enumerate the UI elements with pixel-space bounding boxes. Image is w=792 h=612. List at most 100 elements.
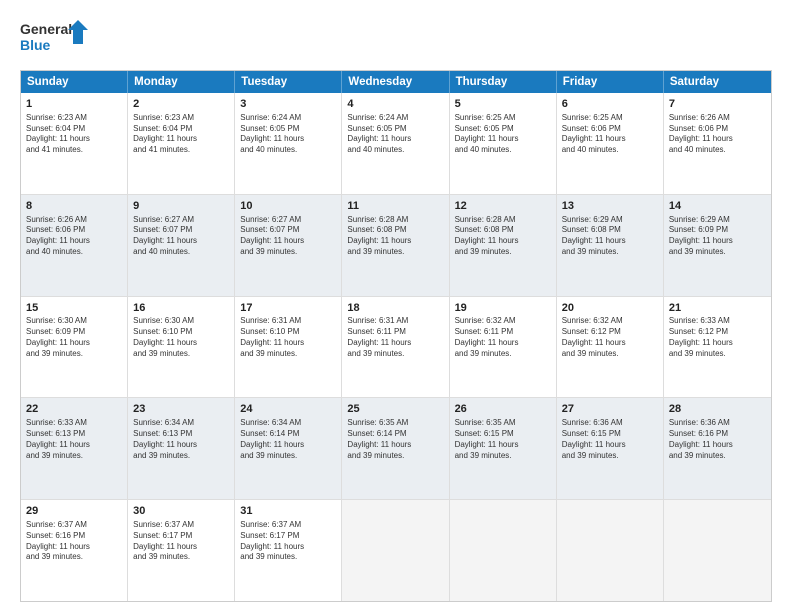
day-number: 21	[669, 301, 766, 316]
table-row: 24Sunrise: 6:34 AMSunset: 6:14 PMDayligh…	[235, 398, 342, 499]
table-row: 16Sunrise: 6:30 AMSunset: 6:10 PMDayligh…	[128, 297, 235, 398]
table-row: 28Sunrise: 6:36 AMSunset: 6:16 PMDayligh…	[664, 398, 771, 499]
day-number: 6	[562, 97, 658, 112]
cell-text: Sunrise: 6:27 AMSunset: 6:07 PMDaylight:…	[240, 215, 336, 258]
cell-text: Sunrise: 6:36 AMSunset: 6:15 PMDaylight:…	[562, 418, 658, 461]
day-number: 16	[133, 301, 229, 316]
page-header: General Blue	[20, 18, 772, 60]
header-cell-wednesday: Wednesday	[342, 71, 449, 93]
cell-text: Sunrise: 6:32 AMSunset: 6:11 PMDaylight:…	[455, 316, 551, 359]
svg-text:Blue: Blue	[20, 37, 51, 53]
table-row: 21Sunrise: 6:33 AMSunset: 6:12 PMDayligh…	[664, 297, 771, 398]
day-number: 27	[562, 402, 658, 417]
day-number: 7	[669, 97, 766, 112]
calendar-row-1: 1Sunrise: 6:23 AMSunset: 6:04 PMDaylight…	[21, 93, 771, 195]
cell-text: Sunrise: 6:24 AMSunset: 6:05 PMDaylight:…	[347, 113, 443, 156]
day-number: 26	[455, 402, 551, 417]
table-row: 22Sunrise: 6:33 AMSunset: 6:13 PMDayligh…	[21, 398, 128, 499]
cell-text: Sunrise: 6:23 AMSunset: 6:04 PMDaylight:…	[26, 113, 122, 156]
cell-text: Sunrise: 6:33 AMSunset: 6:12 PMDaylight:…	[669, 316, 766, 359]
logo-svg: General Blue	[20, 18, 90, 60]
cell-text: Sunrise: 6:30 AMSunset: 6:10 PMDaylight:…	[133, 316, 229, 359]
table-row: 7Sunrise: 6:26 AMSunset: 6:06 PMDaylight…	[664, 93, 771, 194]
day-number: 30	[133, 504, 229, 519]
header-cell-monday: Monday	[128, 71, 235, 93]
header-cell-saturday: Saturday	[664, 71, 771, 93]
day-number: 4	[347, 97, 443, 112]
day-number: 12	[455, 199, 551, 214]
table-row: 26Sunrise: 6:35 AMSunset: 6:15 PMDayligh…	[450, 398, 557, 499]
day-number: 1	[26, 97, 122, 112]
day-number: 23	[133, 402, 229, 417]
cell-text: Sunrise: 6:32 AMSunset: 6:12 PMDaylight:…	[562, 316, 658, 359]
day-number: 17	[240, 301, 336, 316]
table-row: 15Sunrise: 6:30 AMSunset: 6:09 PMDayligh…	[21, 297, 128, 398]
cell-text: Sunrise: 6:29 AMSunset: 6:09 PMDaylight:…	[669, 215, 766, 258]
table-row: 5Sunrise: 6:25 AMSunset: 6:05 PMDaylight…	[450, 93, 557, 194]
table-row	[450, 500, 557, 601]
header-cell-tuesday: Tuesday	[235, 71, 342, 93]
day-number: 31	[240, 504, 336, 519]
calendar-row-2: 8Sunrise: 6:26 AMSunset: 6:06 PMDaylight…	[21, 195, 771, 297]
table-row: 10Sunrise: 6:27 AMSunset: 6:07 PMDayligh…	[235, 195, 342, 296]
cell-text: Sunrise: 6:31 AMSunset: 6:10 PMDaylight:…	[240, 316, 336, 359]
cell-text: Sunrise: 6:27 AMSunset: 6:07 PMDaylight:…	[133, 215, 229, 258]
day-number: 5	[455, 97, 551, 112]
cell-text: Sunrise: 6:29 AMSunset: 6:08 PMDaylight:…	[562, 215, 658, 258]
logo: General Blue	[20, 18, 90, 60]
table-row	[557, 500, 664, 601]
cell-text: Sunrise: 6:35 AMSunset: 6:14 PMDaylight:…	[347, 418, 443, 461]
day-number: 9	[133, 199, 229, 214]
day-number: 10	[240, 199, 336, 214]
table-row: 3Sunrise: 6:24 AMSunset: 6:05 PMDaylight…	[235, 93, 342, 194]
day-number: 29	[26, 504, 122, 519]
day-number: 28	[669, 402, 766, 417]
svg-text:General: General	[20, 21, 72, 37]
calendar-row-3: 15Sunrise: 6:30 AMSunset: 6:09 PMDayligh…	[21, 297, 771, 399]
table-row: 1Sunrise: 6:23 AMSunset: 6:04 PMDaylight…	[21, 93, 128, 194]
table-row: 19Sunrise: 6:32 AMSunset: 6:11 PMDayligh…	[450, 297, 557, 398]
table-row: 12Sunrise: 6:28 AMSunset: 6:08 PMDayligh…	[450, 195, 557, 296]
cell-text: Sunrise: 6:34 AMSunset: 6:13 PMDaylight:…	[133, 418, 229, 461]
day-number: 19	[455, 301, 551, 316]
table-row: 14Sunrise: 6:29 AMSunset: 6:09 PMDayligh…	[664, 195, 771, 296]
day-number: 25	[347, 402, 443, 417]
table-row: 8Sunrise: 6:26 AMSunset: 6:06 PMDaylight…	[21, 195, 128, 296]
header-cell-sunday: Sunday	[21, 71, 128, 93]
cell-text: Sunrise: 6:37 AMSunset: 6:17 PMDaylight:…	[240, 520, 336, 563]
cell-text: Sunrise: 6:33 AMSunset: 6:13 PMDaylight:…	[26, 418, 122, 461]
cell-text: Sunrise: 6:25 AMSunset: 6:06 PMDaylight:…	[562, 113, 658, 156]
calendar-row-4: 22Sunrise: 6:33 AMSunset: 6:13 PMDayligh…	[21, 398, 771, 500]
table-row: 31Sunrise: 6:37 AMSunset: 6:17 PMDayligh…	[235, 500, 342, 601]
table-row: 2Sunrise: 6:23 AMSunset: 6:04 PMDaylight…	[128, 93, 235, 194]
table-row: 4Sunrise: 6:24 AMSunset: 6:05 PMDaylight…	[342, 93, 449, 194]
cell-text: Sunrise: 6:28 AMSunset: 6:08 PMDaylight:…	[455, 215, 551, 258]
calendar: SundayMondayTuesdayWednesdayThursdayFrid…	[20, 70, 772, 602]
day-number: 11	[347, 199, 443, 214]
cell-text: Sunrise: 6:24 AMSunset: 6:05 PMDaylight:…	[240, 113, 336, 156]
day-number: 15	[26, 301, 122, 316]
day-number: 2	[133, 97, 229, 112]
cell-text: Sunrise: 6:37 AMSunset: 6:16 PMDaylight:…	[26, 520, 122, 563]
cell-text: Sunrise: 6:31 AMSunset: 6:11 PMDaylight:…	[347, 316, 443, 359]
cell-text: Sunrise: 6:30 AMSunset: 6:09 PMDaylight:…	[26, 316, 122, 359]
day-number: 8	[26, 199, 122, 214]
day-number: 18	[347, 301, 443, 316]
day-number: 13	[562, 199, 658, 214]
table-row: 20Sunrise: 6:32 AMSunset: 6:12 PMDayligh…	[557, 297, 664, 398]
day-number: 22	[26, 402, 122, 417]
table-row: 6Sunrise: 6:25 AMSunset: 6:06 PMDaylight…	[557, 93, 664, 194]
cell-text: Sunrise: 6:23 AMSunset: 6:04 PMDaylight:…	[133, 113, 229, 156]
table-row	[342, 500, 449, 601]
cell-text: Sunrise: 6:36 AMSunset: 6:16 PMDaylight:…	[669, 418, 766, 461]
table-row: 27Sunrise: 6:36 AMSunset: 6:15 PMDayligh…	[557, 398, 664, 499]
table-row: 23Sunrise: 6:34 AMSunset: 6:13 PMDayligh…	[128, 398, 235, 499]
cell-text: Sunrise: 6:35 AMSunset: 6:15 PMDaylight:…	[455, 418, 551, 461]
table-row: 9Sunrise: 6:27 AMSunset: 6:07 PMDaylight…	[128, 195, 235, 296]
cell-text: Sunrise: 6:25 AMSunset: 6:05 PMDaylight:…	[455, 113, 551, 156]
table-row: 29Sunrise: 6:37 AMSunset: 6:16 PMDayligh…	[21, 500, 128, 601]
calendar-header: SundayMondayTuesdayWednesdayThursdayFrid…	[21, 71, 771, 93]
day-number: 14	[669, 199, 766, 214]
day-number: 24	[240, 402, 336, 417]
cell-text: Sunrise: 6:26 AMSunset: 6:06 PMDaylight:…	[26, 215, 122, 258]
